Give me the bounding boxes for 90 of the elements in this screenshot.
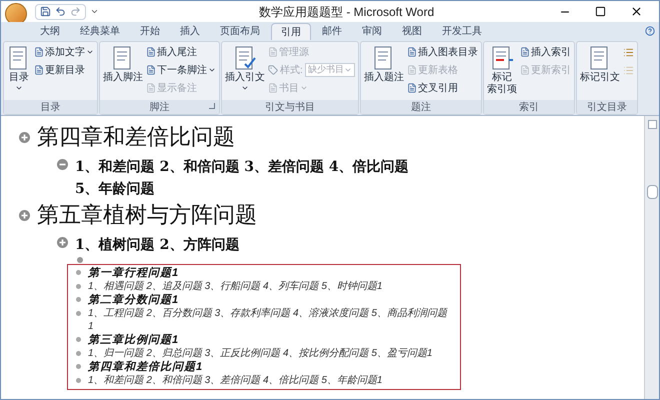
ribbon-small-button[interactable]: 下一条脚注	[146, 61, 216, 79]
ribbon-large-button[interactable]: 插入脚注	[103, 42, 143, 100]
document-icon	[520, 65, 530, 75]
toc-topic-entry: 1、归一问题 2、归总问题 3、正反比例问题 4、按比例分配问题 5、盈亏问题1	[88, 347, 432, 360]
caret-icon	[15, 84, 23, 92]
group-label: 目录	[40, 100, 60, 114]
bullet-icon	[76, 297, 81, 302]
ribbon-tab[interactable]: 邮件	[313, 23, 351, 40]
ribbon-small-button[interactable]: 插入索引	[520, 43, 571, 61]
ribbon-tab[interactable]: 视图	[393, 23, 431, 40]
ribbon-tab[interactable]: 引用	[271, 23, 311, 40]
ribbon-small-button[interactable]: 添加文字	[34, 43, 94, 61]
redo-icon[interactable]	[70, 6, 81, 17]
caret-icon	[241, 84, 249, 92]
bullet-icon	[76, 337, 81, 342]
ribbon-tab[interactable]: 插入	[171, 23, 209, 40]
caret-icon	[86, 48, 94, 56]
office-logo-icon[interactable]	[5, 2, 27, 24]
body-text-bullet-icon	[77, 257, 83, 263]
undo-icon[interactable]	[55, 6, 66, 17]
document-icon	[233, 46, 257, 72]
toc-chapter-entry: 第三章比例问题1	[88, 333, 180, 347]
ribbon-large-button[interactable]: 标记引文	[580, 42, 620, 100]
group-label: 引文目录	[586, 100, 627, 114]
document-icon	[406, 65, 417, 75]
outline-heading: 第五章植树与方阵问题	[37, 202, 257, 230]
bullet-icon	[76, 311, 81, 316]
ribbon-small-button[interactable]: 交叉引用	[406, 79, 478, 97]
document-icon	[34, 65, 44, 75]
toc-topic-entry: 1、相遇问题 2、追及问题 3、行船问题 4、列车问题 5、时钟问题1	[88, 280, 382, 293]
vertical-scrollbar[interactable]	[644, 116, 659, 399]
maximize-icon[interactable]	[595, 6, 606, 17]
document-icon	[490, 46, 514, 72]
expand-icon[interactable]	[19, 210, 30, 221]
caret-icon	[344, 66, 352, 74]
bullet-icon	[76, 351, 81, 356]
toc-chapter-entry: 第二章分数问题1	[88, 293, 180, 307]
style-icon	[268, 65, 278, 75]
group-label: 索引	[518, 100, 539, 114]
document-icon	[268, 83, 278, 93]
ribbon-small-button[interactable]: 插入图表目录	[406, 43, 478, 61]
document-icon	[268, 47, 278, 57]
toc-topic-entry: 1、和差问题 2、和倍问题 3、差倍问题 4、倍比问题 5、年龄问题1	[88, 374, 382, 387]
help-icon[interactable]	[645, 26, 655, 36]
expand-icon[interactable]	[57, 237, 68, 248]
ribbon-small-button[interactable]: 更新目录	[34, 61, 94, 79]
ribbon-large-button[interactable]: 标记 索引项	[486, 42, 517, 100]
document-icon	[146, 47, 156, 57]
outline-heading: 第四章和差倍比问题	[37, 124, 235, 152]
toc-chapter-entry: 第四章和差倍比问题1	[88, 360, 204, 374]
ribbon-tab[interactable]: 开始	[131, 23, 169, 40]
group-label: 脚注	[150, 100, 170, 114]
ribbon-tab[interactable]: 页面布局	[211, 23, 269, 40]
dialog-launcher-icon[interactable]	[209, 103, 215, 109]
ribbon-tab[interactable]: 大纲	[31, 23, 69, 40]
document-icon	[146, 83, 156, 93]
customize-toolbar-icon[interactable]	[90, 7, 99, 16]
ribbon-small-button[interactable]: 插入尾注	[146, 43, 216, 61]
bullet-icon	[76, 364, 81, 369]
ribbon-large-button[interactable]: 目录	[7, 42, 31, 100]
caret-icon	[300, 84, 308, 92]
group-label: 题注	[410, 100, 431, 114]
ribbon-tab[interactable]: 经典菜单	[71, 23, 129, 40]
scroll-thumb[interactable]	[646, 185, 658, 199]
close-icon[interactable]	[630, 5, 643, 18]
document-icon	[520, 47, 530, 57]
outline-subheading: 1、植树问题 2、方阵问题	[75, 236, 240, 255]
outline-subheading: 1、和差问题 2、和倍问题 3、差倍问题 4、倍比问题 5、年龄问题	[75, 158, 410, 199]
style-label: 样式:	[280, 64, 303, 78]
document-icon	[406, 47, 417, 57]
document-icon	[406, 83, 417, 93]
ribbon-tab[interactable]: 开发工具	[433, 23, 491, 40]
bullet-icon	[76, 270, 81, 275]
document-icon	[146, 65, 156, 75]
document-icon	[34, 47, 44, 57]
scroll-up-icon[interactable]	[648, 120, 656, 129]
expand-icon[interactable]	[19, 132, 30, 143]
ribbon-large-button[interactable]: 插入引文	[225, 42, 265, 100]
collapse-icon[interactable]	[57, 159, 68, 170]
window-title: 数学应用题题型 - Microsoft Word	[259, 4, 434, 20]
bullet-icon	[76, 378, 81, 383]
toc-chapter-entry: 第一章行程问题1	[88, 266, 180, 280]
ribbon-large-button[interactable]: 插入题注	[364, 42, 404, 100]
save-icon[interactable]	[40, 6, 51, 17]
ribbon-tab[interactable]: 审阅	[353, 23, 391, 40]
combo-value: 缺少书目	[308, 63, 344, 76]
group-label: 引文与书目	[264, 100, 315, 114]
bullet-icon	[76, 284, 81, 289]
toc-topic-entry: 1、工程问题 2、百分数问题 3、存款利率问题 4、溶液浓度问题 5、商品利润问题1	[88, 307, 449, 333]
caret-icon	[208, 66, 216, 74]
